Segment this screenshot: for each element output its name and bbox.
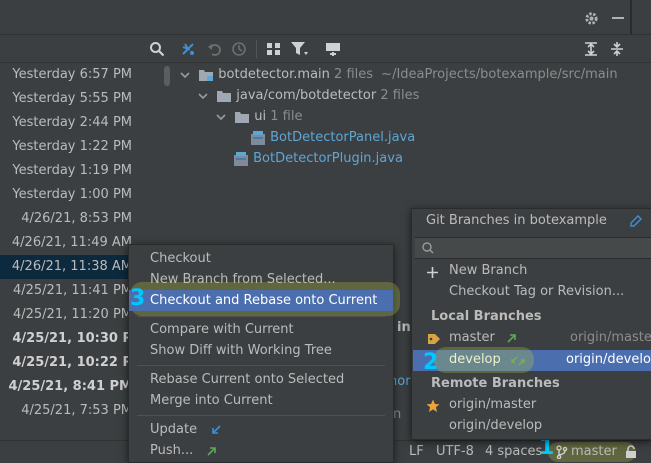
remote-branch-origin-master[interactable]: origin/master — [449, 397, 536, 412]
commit-row[interactable]: 4/26/21, 8:53 PM — [0, 207, 162, 231]
menu-separator — [137, 415, 385, 416]
hidden-detail-text: in — [397, 320, 411, 335]
update-label: Update — [150, 422, 198, 437]
branch-name: master — [449, 330, 495, 345]
tree-row-package[interactable]: java/com/botdetector 2 files — [198, 85, 419, 106]
menu-checkout-and-rebase[interactable]: Checkout and Rebase onto Current — [129, 290, 393, 311]
changes-toolbar — [172, 36, 651, 63]
tree-row-root[interactable]: botdetector.main 2 files ~/IdeaProjects/… — [180, 64, 618, 85]
encoding-widget[interactable]: UTF-8 — [436, 441, 474, 462]
group-by-icon[interactable] — [266, 41, 282, 57]
tree-row-ui[interactable]: ui 1 file — [216, 106, 302, 127]
branch-tracking: origin/develop — [566, 352, 651, 367]
remote-branches-header: Remote Branches — [431, 376, 560, 391]
file-name: BotDetectorPlugin.java — [253, 151, 403, 166]
folder-icon — [217, 90, 232, 102]
popup-title: Git Branches in botexample — [426, 213, 607, 228]
window-edge — [630, 0, 632, 34]
remote-branch-origin-develop[interactable]: origin/develop — [449, 418, 542, 433]
scroll-thumb[interactable] — [164, 66, 170, 86]
commit-row[interactable]: Yesterday 5:55 PM — [0, 87, 162, 111]
step-marker-3: 3 — [130, 286, 146, 311]
collapse-all-icon[interactable] — [609, 41, 625, 57]
chevron-down-icon[interactable] — [198, 91, 208, 101]
outgoing-arrow-icon — [207, 446, 217, 456]
cherry-pick-icon[interactable] — [180, 41, 196, 57]
tree-row-file2[interactable]: BotDetectorPlugin.java — [233, 148, 403, 169]
toolbar-separator — [256, 40, 257, 58]
git-branches-popup: Git Branches in botexample New Branch Ch… — [411, 208, 651, 440]
file-name: BotDetectorPanel.java — [270, 130, 416, 145]
commit-row[interactable]: Yesterday 2:44 PM — [0, 111, 162, 135]
lock-icon[interactable] — [625, 445, 637, 458]
commit-row[interactable]: Yesterday 1:22 PM — [0, 135, 162, 159]
git-branch-icon[interactable] — [556, 445, 568, 459]
step-marker-2: 2 — [423, 350, 439, 375]
gear-icon[interactable] — [584, 11, 599, 26]
folder-icon — [235, 111, 250, 123]
branch-widget[interactable]: master — [571, 441, 617, 462]
expand-all-icon[interactable] — [583, 41, 599, 57]
develop-highlight — [434, 347, 534, 373]
chevron-down-icon[interactable] — [216, 112, 226, 122]
chevron-down-icon[interactable] — [180, 70, 190, 80]
tree-row-file1[interactable]: BotDetectorPanel.java — [250, 127, 415, 148]
step-marker-1: 1 — [539, 435, 555, 460]
revert-icon[interactable] — [207, 41, 223, 57]
menu-push[interactable]: Push... — [129, 440, 393, 461]
history-icon[interactable] — [231, 41, 247, 57]
title-bar — [0, 0, 651, 35]
menu-separator — [137, 316, 385, 317]
root-module-name: botdetector.main — [218, 67, 330, 82]
local-branches-header: Local Branches — [431, 309, 542, 324]
hidden-detail-text: n — [393, 407, 402, 422]
menu-rebase-current[interactable]: Rebase Current onto Selected — [129, 369, 393, 390]
preview-diff-icon[interactable] — [325, 41, 341, 57]
ui-file-count: 1 file — [270, 109, 303, 124]
java-class-icon — [234, 151, 248, 166]
line-separator-widget[interactable]: LF — [409, 441, 424, 462]
package-name: java/com/botdetector — [236, 88, 377, 103]
search-icon[interactable] — [149, 41, 165, 57]
commit-context-menu: Checkout New Branch from Selected... Che… — [128, 244, 400, 463]
commit-row[interactable]: Yesterday 1:19 PM — [0, 159, 162, 183]
ui-folder-name: ui — [254, 109, 267, 124]
commit-row[interactable]: Yesterday 6:57 PM — [0, 63, 162, 87]
menu-show-diff[interactable]: Show Diff with Working Tree — [129, 340, 393, 361]
menu-update[interactable]: Update — [129, 419, 393, 440]
menu-compare-with-current[interactable]: Compare with Current — [129, 319, 393, 340]
tag-icon — [428, 334, 440, 344]
settings-link-icon[interactable] — [630, 215, 642, 227]
indent-widget[interactable]: 4 spaces — [485, 441, 542, 462]
commit-row[interactable]: Yesterday 1:00 PM — [0, 183, 162, 207]
menu-separator — [137, 365, 385, 366]
incoming-arrow-icon — [212, 424, 221, 434]
checkout-tag-item[interactable]: Checkout Tag or Revision... — [449, 284, 624, 299]
plus-icon — [427, 267, 438, 278]
java-class-icon — [251, 130, 265, 145]
new-branch-item[interactable]: New Branch — [449, 263, 527, 278]
menu-checkout[interactable]: Checkout — [129, 248, 393, 269]
menu-merge-into-current[interactable]: Merge into Current — [129, 390, 393, 411]
outgoing-arrow-icon — [507, 333, 516, 343]
minimize-icon[interactable] — [612, 17, 624, 21]
root-path: ~/IdeaProjects/botexample/src/main — [381, 67, 618, 82]
root-file-count: 2 files — [334, 67, 374, 82]
module-folder-icon — [199, 69, 214, 81]
branch-tracking: origin/master — [570, 330, 651, 345]
search-icon — [422, 242, 434, 254]
package-file-count: 2 files — [380, 88, 420, 103]
filter-icon[interactable] — [290, 41, 308, 57]
log-toolbar — [0, 36, 172, 63]
push-label: Push... — [150, 443, 194, 458]
star-icon — [426, 399, 440, 412]
branch-search-field[interactable] — [415, 237, 651, 259]
